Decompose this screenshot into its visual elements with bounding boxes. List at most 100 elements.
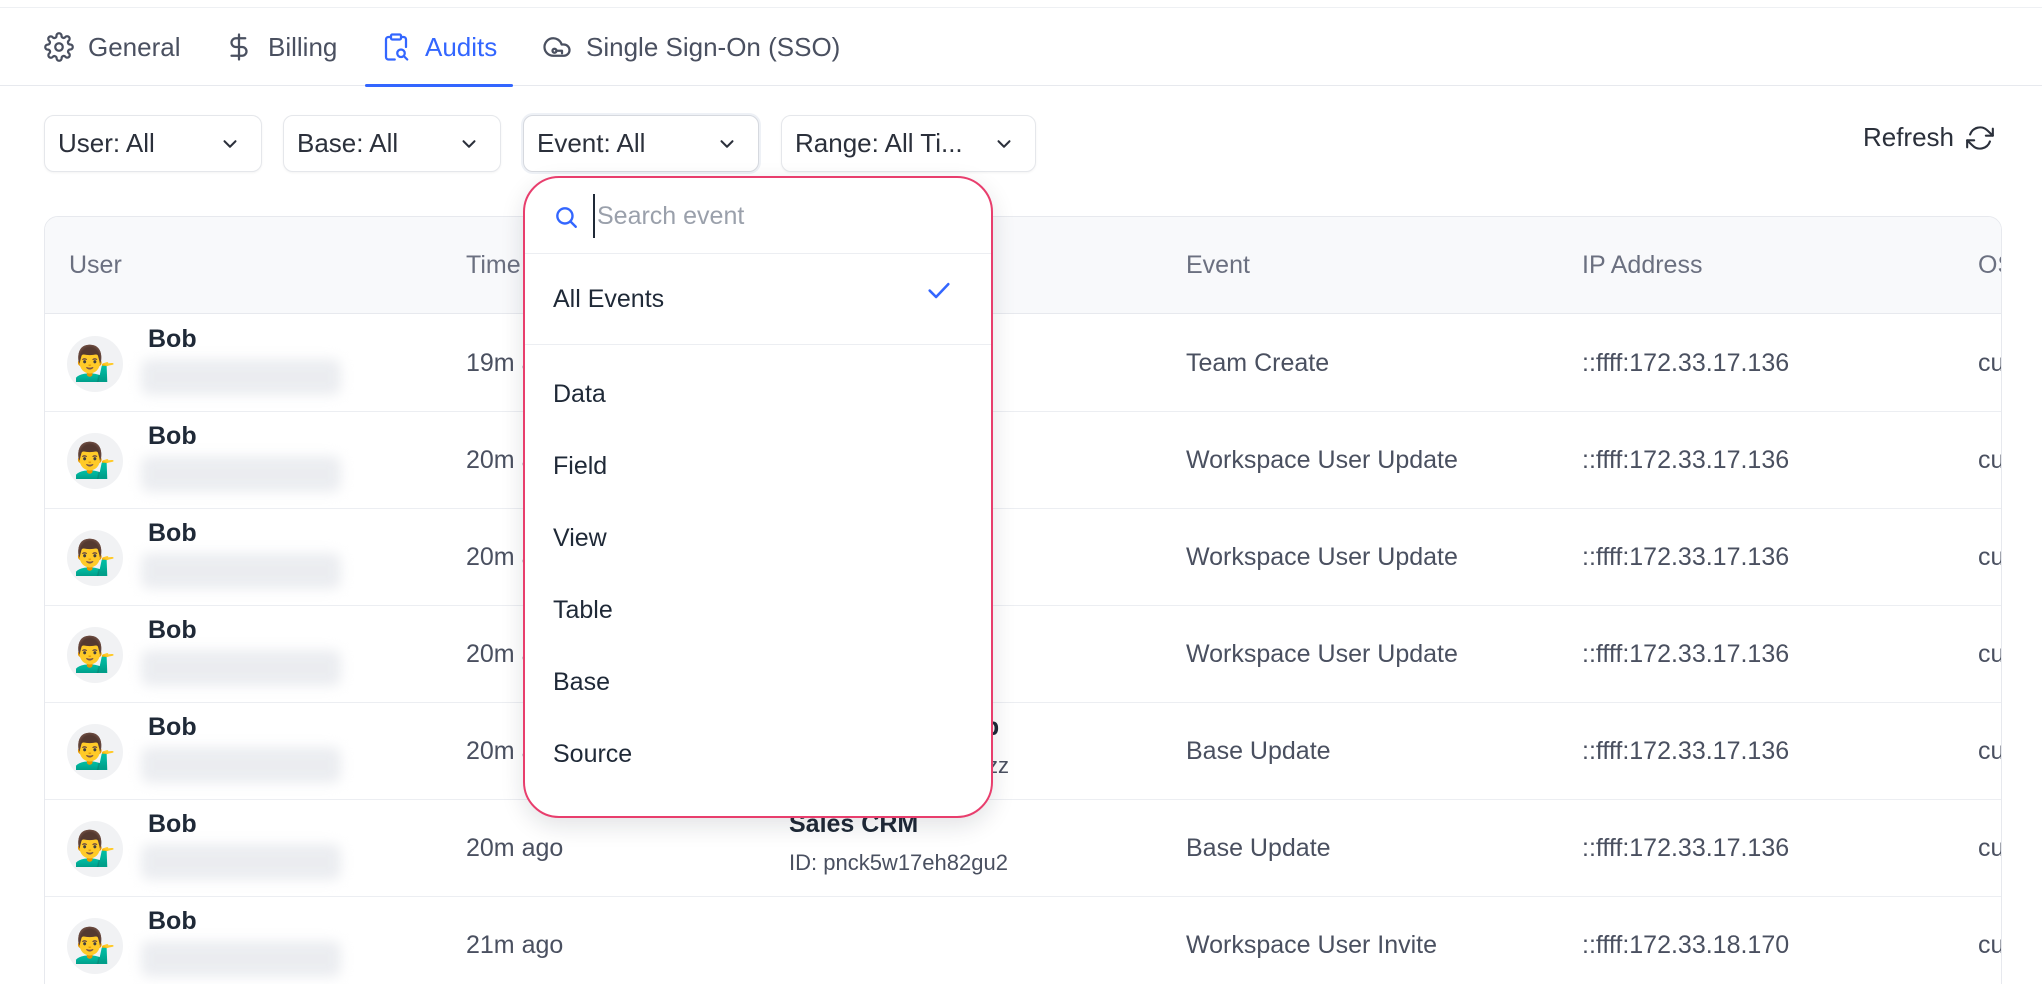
- base-filter-value: Base: All: [297, 128, 399, 158]
- cloud-key-icon: [543, 37, 571, 57]
- user-filter-value: User: All: [58, 128, 155, 158]
- ip-address-cell: ::ffff:172.33.18.170: [1582, 931, 1790, 959]
- dropdown-item-table[interactable]: Table: [525, 574, 991, 646]
- dropdown-item-label: View: [553, 523, 607, 552]
- table-row[interactable]: 💁‍♂️ Bob 20m ago Workspace User Update::fff…: [45, 606, 2001, 703]
- chevron-down-icon: [223, 139, 237, 148]
- user-name: Bob: [148, 616, 197, 644]
- user-email-redacted: [141, 844, 341, 880]
- column-header-time: Time: [466, 251, 521, 279]
- dropdown-divider: [525, 344, 991, 345]
- table-row[interactable]: 💁‍♂️ Bob 20m ago Sales CRM ID: pnck5w17eh82g…: [45, 800, 2001, 897]
- audits-table: User Time Event IP Address OS 💁‍♂️Bob19m…: [44, 216, 2002, 984]
- os-cell: cu: [1978, 349, 2002, 377]
- os-cell: cu: [1978, 446, 2002, 474]
- table-row[interactable]: 💁‍♂️Bob20m agoapzzBase Update::ffff:172.…: [45, 703, 2001, 800]
- event-cell: Workspace User Update: [1186, 640, 1458, 668]
- settings-tabs: General Billing Audits Single Sign-On (S…: [0, 8, 2042, 87]
- time-cell: 21m ago: [466, 931, 564, 959]
- event-cell: Workspace User Update: [1186, 543, 1458, 571]
- check-icon: [928, 282, 950, 299]
- column-header-user: User: [69, 251, 122, 279]
- event-cell: Base Update: [1186, 737, 1331, 765]
- user-email-redacted: [141, 553, 341, 589]
- gear-icon: [44, 32, 74, 62]
- os-cell: cu: [1978, 543, 2002, 571]
- dollar-icon: [230, 33, 248, 61]
- tab-sso[interactable]: Single Sign-On (SSO): [542, 8, 840, 86]
- chevron-down-icon: [462, 139, 476, 148]
- avatar: 💁‍♂️: [67, 724, 123, 780]
- dropdown-item-field[interactable]: Field: [525, 430, 991, 502]
- tab-audits[interactable]: Audits: [364, 8, 514, 87]
- avatar: 💁‍♂️: [67, 530, 123, 586]
- base-filter-select[interactable]: Base: All: [283, 115, 501, 172]
- tab-label: Single Sign-On (SSO): [586, 31, 841, 62]
- column-header-os: OS: [1978, 251, 2001, 279]
- clipboard-search-icon: [384, 33, 409, 61]
- range-filter-value: Range: All Ti...: [795, 128, 963, 158]
- user-email-redacted: [141, 359, 341, 395]
- event-cell: Team Create: [1186, 349, 1330, 377]
- refresh-icon: [1966, 125, 1994, 150]
- ip-address-cell: ::ffff:172.33.17.136: [1582, 640, 1790, 668]
- dropdown-item-data[interactable]: Data: [525, 358, 991, 430]
- range-filter-select[interactable]: Range: All Ti...: [781, 115, 1036, 172]
- event-cell: Workspace User Update: [1186, 446, 1458, 474]
- column-header-event: Event: [1186, 251, 1250, 279]
- dropdown-item-source[interactable]: Source: [525, 718, 991, 790]
- table-row[interactable]: 💁‍♂️ Bob 20m ago Workspace User Update::fff…: [45, 509, 2001, 606]
- dropdown-item-label: Table: [553, 595, 613, 624]
- event-filter-select[interactable]: Event: All: [523, 115, 759, 172]
- search-icon: [556, 207, 577, 228]
- event-filter-dropdown: All Events Data Field View Table Base So…: [523, 176, 993, 818]
- refresh-label: Refresh: [1862, 122, 1954, 152]
- avatar: 💁‍♂️: [67, 627, 123, 683]
- dropdown-item-label: Field: [553, 451, 608, 480]
- dropdown-item-label: All Events: [553, 284, 665, 313]
- table-row[interactable]: 💁‍♂️ Bob 19m ago Team Create::ffff:172.33.1…: [45, 315, 2001, 412]
- dropdown-item-base[interactable]: Base: [525, 646, 991, 718]
- refresh-button[interactable]: Refresh: [1863, 122, 1994, 153]
- avatar: 💁‍♂️: [67, 918, 123, 974]
- event-cell: Workspace User Invite: [1186, 931, 1438, 959]
- os-cell: cu: [1978, 834, 2002, 862]
- table-header: User Time Event IP Address OS: [45, 217, 2001, 314]
- user-email-redacted: [141, 747, 341, 783]
- avatar: 💁‍♂️: [67, 433, 123, 489]
- event-cell: Base Update: [1186, 834, 1331, 862]
- top-divider: [0, 0, 2042, 8]
- ip-address-cell: ::ffff:172.33.17.136: [1582, 834, 1790, 862]
- dropdown-item-all-events[interactable]: All Events: [525, 254, 991, 344]
- user-email-redacted: [141, 650, 341, 686]
- chevron-down-icon: [720, 139, 734, 148]
- ip-address-cell: ::ffff:172.33.17.136: [1582, 737, 1790, 765]
- user-email-redacted: [141, 941, 341, 977]
- user-filter-select[interactable]: User: All: [44, 115, 262, 172]
- user-name: Bob: [148, 810, 197, 838]
- os-cell: cu: [1978, 737, 2002, 765]
- dropdown-item-label: Source: [553, 739, 633, 768]
- table-row[interactable]: 💁‍♂️ Bob 20m ago Workspace User Update::fff…: [45, 412, 2001, 509]
- tab-label: Audits: [425, 31, 498, 62]
- column-header-ip-address: IP Address: [1582, 251, 1703, 279]
- dropdown-item-label: Data: [553, 379, 606, 408]
- event-search-input[interactable]: [593, 194, 953, 238]
- os-cell: cu: [1978, 640, 2002, 668]
- event-search-bar: [525, 178, 991, 254]
- user-name: Bob: [148, 713, 197, 741]
- event-filter-value: Event: All: [537, 128, 646, 158]
- user-name: Bob: [148, 325, 197, 353]
- ip-address-cell: ::ffff:172.33.17.136: [1582, 446, 1790, 474]
- user-name: Bob: [148, 907, 197, 935]
- user-email-redacted: [141, 456, 341, 492]
- avatar: 💁‍♂️: [67, 821, 123, 877]
- user-name: Bob: [148, 519, 197, 547]
- dropdown-item-label: Base: [553, 667, 610, 696]
- avatar: 💁‍♂️: [67, 336, 123, 392]
- tab-general[interactable]: General: [44, 8, 181, 86]
- user-name: Bob: [148, 422, 197, 450]
- dropdown-item-view[interactable]: View: [525, 502, 991, 574]
- tab-billing[interactable]: Billing: [224, 8, 337, 86]
- table-row[interactable]: 💁‍♂️ Bob21m ago Workspace User Invite::fff…: [45, 897, 2001, 984]
